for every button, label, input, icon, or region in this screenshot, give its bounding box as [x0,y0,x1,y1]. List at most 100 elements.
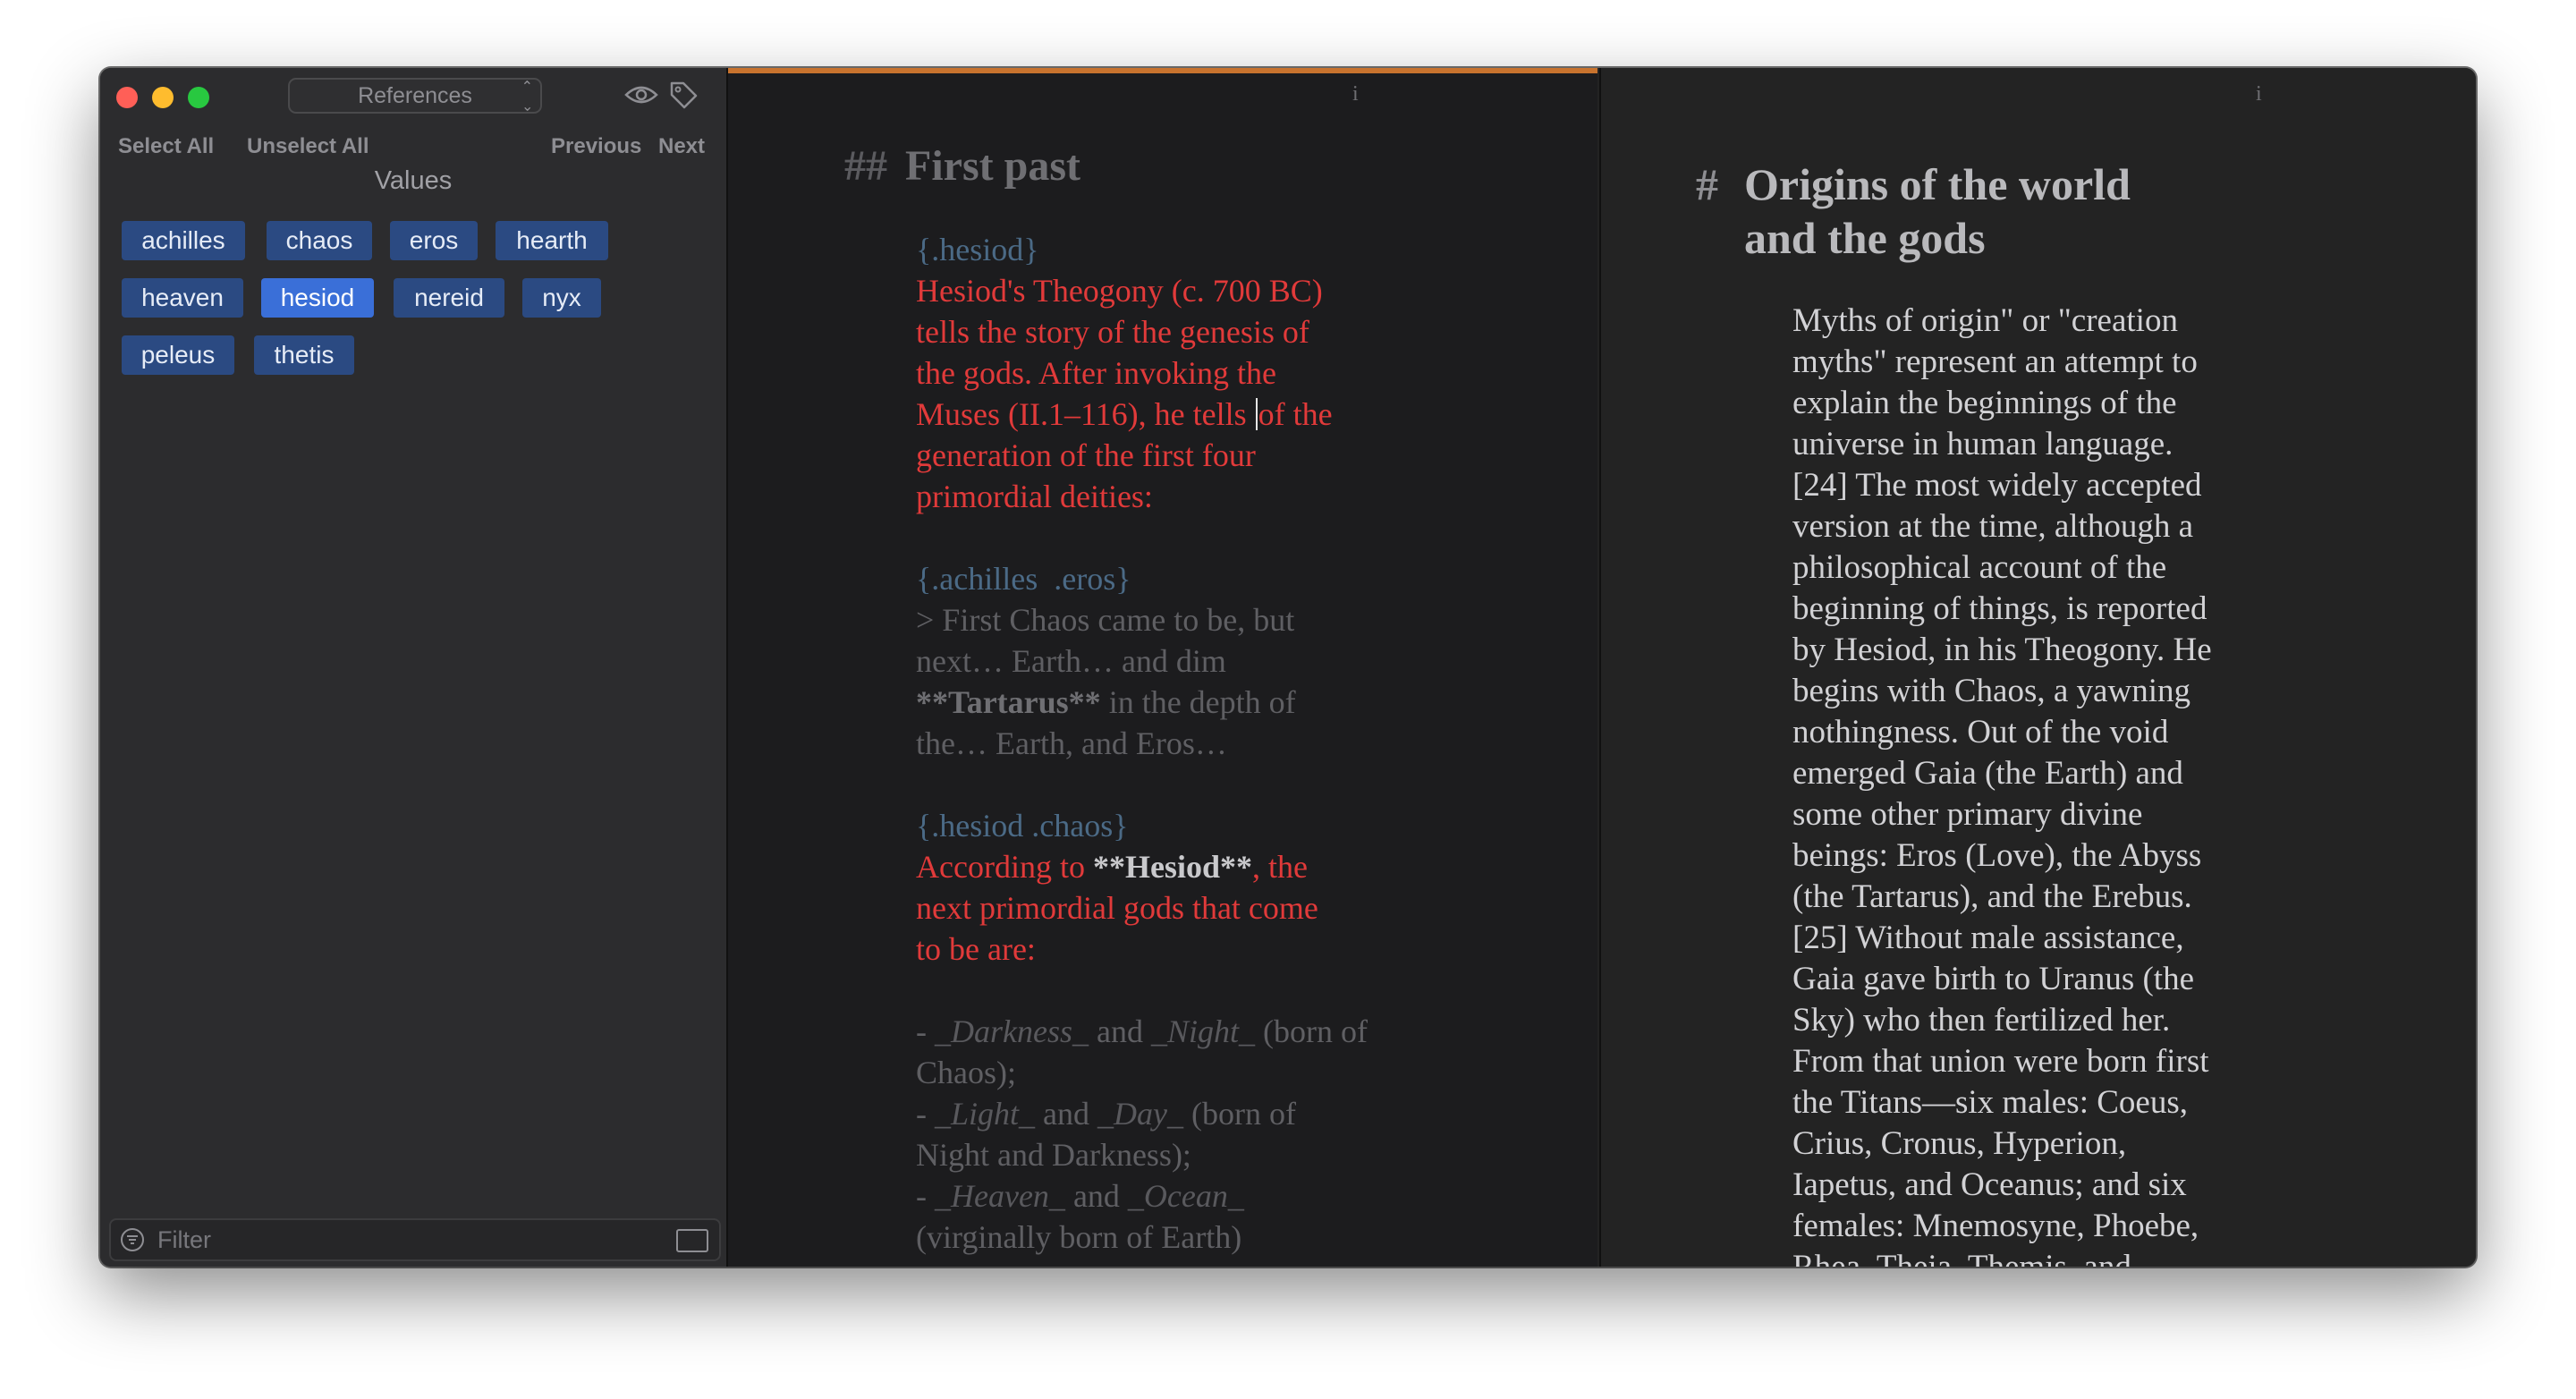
text-line: **Tartarus** in the depth of [916,682,1453,723]
text-span: and [1064,1178,1128,1214]
text-line: Rhea, Theia, Themis, and [1792,1247,2293,1267]
info-icon[interactable]: i [1352,82,1359,106]
text-line: Iapetus, and Oceanus; and six [1792,1166,2187,1203]
active-pane-indicator [728,68,1597,73]
text-line: next primordial gods that come [916,890,1318,926]
text-line: version at the time, although a [1792,508,2193,545]
italic-span: _Ocean_ [1127,1178,1244,1214]
info-icon[interactable]: i [2256,82,2262,106]
text-span: (born of [1254,1013,1368,1049]
heading-line: and the gods [1744,213,1986,263]
italic-span: _Darkness_ [935,1013,1089,1049]
zoom-window-button[interactable] [188,87,209,108]
filter-input[interactable] [156,1224,642,1256]
chip-thetis[interactable]: thetis [254,335,354,375]
list-line: Chaos); [916,1055,1016,1090]
text-line: tells the story of the genesis of [916,314,1309,350]
text-line: Hesiod's Theogony (c. 700 BC) [916,273,1323,309]
list-line: - _Heaven_ and _Ocean_ [916,1175,1453,1217]
close-window-button[interactable] [116,87,138,108]
select-all-button[interactable]: Select All [118,134,214,159]
editor-text[interactable]: {.hesiod} Hesiod's Theogony (c. 700 BC) … [916,229,1453,1267]
text-line: [24] The most widely accepted [1792,467,2202,504]
italic-span: _Light_ [935,1096,1036,1132]
popup-label: References [358,83,472,108]
text-line: [25] Without male assistance, [1792,920,2184,956]
chip-nereid[interactable]: nereid [394,278,504,318]
text-line: universe in human language. [1792,426,2174,462]
text-line: primordial deities: [916,479,1153,514]
unselect-all-button[interactable]: Unselect All [247,134,369,159]
list-line: - _Darkness_ and _Night_ (born of [916,1011,1453,1052]
heading-line: Origins of the world [1744,159,2131,209]
italic-span: _Day_ [1097,1096,1183,1132]
preview-pane[interactable]: i # Origins of the world and the gods My… [1599,68,2476,1267]
text-line: From that union were born first [1792,1043,2209,1080]
text-span: of the [1258,396,1333,432]
paragraph-block: {.hesiod .chaos} According to **Hesiod**… [916,805,1453,970]
text-line: nothingness. Out of the void [1792,714,2169,750]
bold-span: **Hesiod** [1092,849,1252,885]
chip-peleus[interactable]: peleus [122,335,234,375]
app-window: References ⌃ ⌃ Select All Unselect All Pr… [100,68,2476,1267]
text-line: emerged Gaia (the Earth) and [1792,755,2183,792]
list-line: Night and Darkness); [916,1137,1191,1173]
list-block: - _Darkness_ and _Night_ (born of Chaos)… [916,1011,1453,1258]
editor-heading: ## First past [844,141,1080,191]
attr-span: {.achilles [916,561,1038,597]
text-line: (the Tartarus), and the Erebus. [1792,878,2192,915]
blockquote-block: {.achilles .eros} > First Chaos came to … [916,558,1453,764]
minimize-window-button[interactable] [152,87,174,108]
text-line: the… Earth, and Eros… [916,725,1227,761]
attribute-line: {.hesiod} [916,232,1039,267]
text-span: (born of [1183,1096,1296,1132]
text-line: females: Mnemosyne, Phoebe, [1792,1208,2199,1244]
italic-span: _Heaven_ [935,1178,1065,1214]
text-span: - [916,1013,935,1049]
text-line: myths" represent an attempt to [1792,343,2198,380]
attribute-line: {.hesiod .chaos} [916,808,1129,844]
text-span: and [1035,1096,1098,1132]
editor-pane[interactable]: i ## First past {.hesiod} Hesiod's Theogo… [728,68,1597,1267]
paragraph-block: {.hesiod} Hesiod's Theogony (c. 700 BC) … [916,229,1453,517]
filter-toggle-button[interactable] [676,1229,708,1252]
list-line: - _Light_ and _Day_ (born of [916,1093,1453,1134]
text-line: generation of the first four [916,437,1256,473]
attribute-line: {.achilles .eros} [916,558,1453,599]
chip-hearth[interactable]: hearth [496,221,608,260]
previous-button[interactable]: Previous [551,134,641,159]
text-line: philosophical account of the [1792,549,2167,586]
text-span: , the [1251,849,1308,885]
text-line: next… Earth… and dim [916,643,1226,679]
chevron-updown-icon: ⌃ ⌃ [521,80,533,112]
chip-hesiod[interactable]: hesiod [261,278,374,318]
chip-nyx[interactable]: nyx [522,278,601,318]
text-line: Muses (II.1–116), he tells of the [916,394,1453,435]
text-span: Muses (II.1–116), he tells [916,396,1255,432]
eye-icon[interactable] [624,82,658,107]
text-span: in the depth of [1100,684,1296,720]
next-button[interactable]: Next [658,134,705,159]
chip-achilles[interactable]: achilles [122,221,245,260]
text-line: Crius, Cronus, Hyperion, [1792,1125,2127,1162]
heading-marker: ## [844,142,887,190]
text-line: explain the beginnings of the [1792,385,2177,421]
text-span: According to [916,849,1093,885]
text-line: beings: Eros (Love), the Abyss [1792,837,2202,874]
italic-span: _Night_ [1150,1013,1255,1049]
chip-heaven[interactable]: heaven [122,278,243,318]
bold-span: **Tartarus** [916,684,1101,720]
text-line: to be are: [916,931,1036,967]
text-span: - [916,1178,935,1214]
references-popup[interactable]: References ⌃ ⌃ [288,78,542,114]
text-line: Gaia gave birth to Uranus (the [1792,961,2194,997]
sidebar: References ⌃ ⌃ Select All Unselect All Pr… [100,68,728,1267]
preview-text: Myths of origin" or "creation myths" rep… [1792,301,2293,1267]
attr-span: .eros} [1054,561,1131,597]
text-line: the Titans—six males: Coeus, [1792,1084,2188,1121]
text-line: some other primary divine [1792,796,2143,833]
selection-toolbar: Select All Unselect All Previous Next [100,127,726,163]
tag-icon[interactable] [669,81,698,109]
chip-eros[interactable]: eros [390,221,478,260]
chip-chaos[interactable]: chaos [267,221,372,260]
